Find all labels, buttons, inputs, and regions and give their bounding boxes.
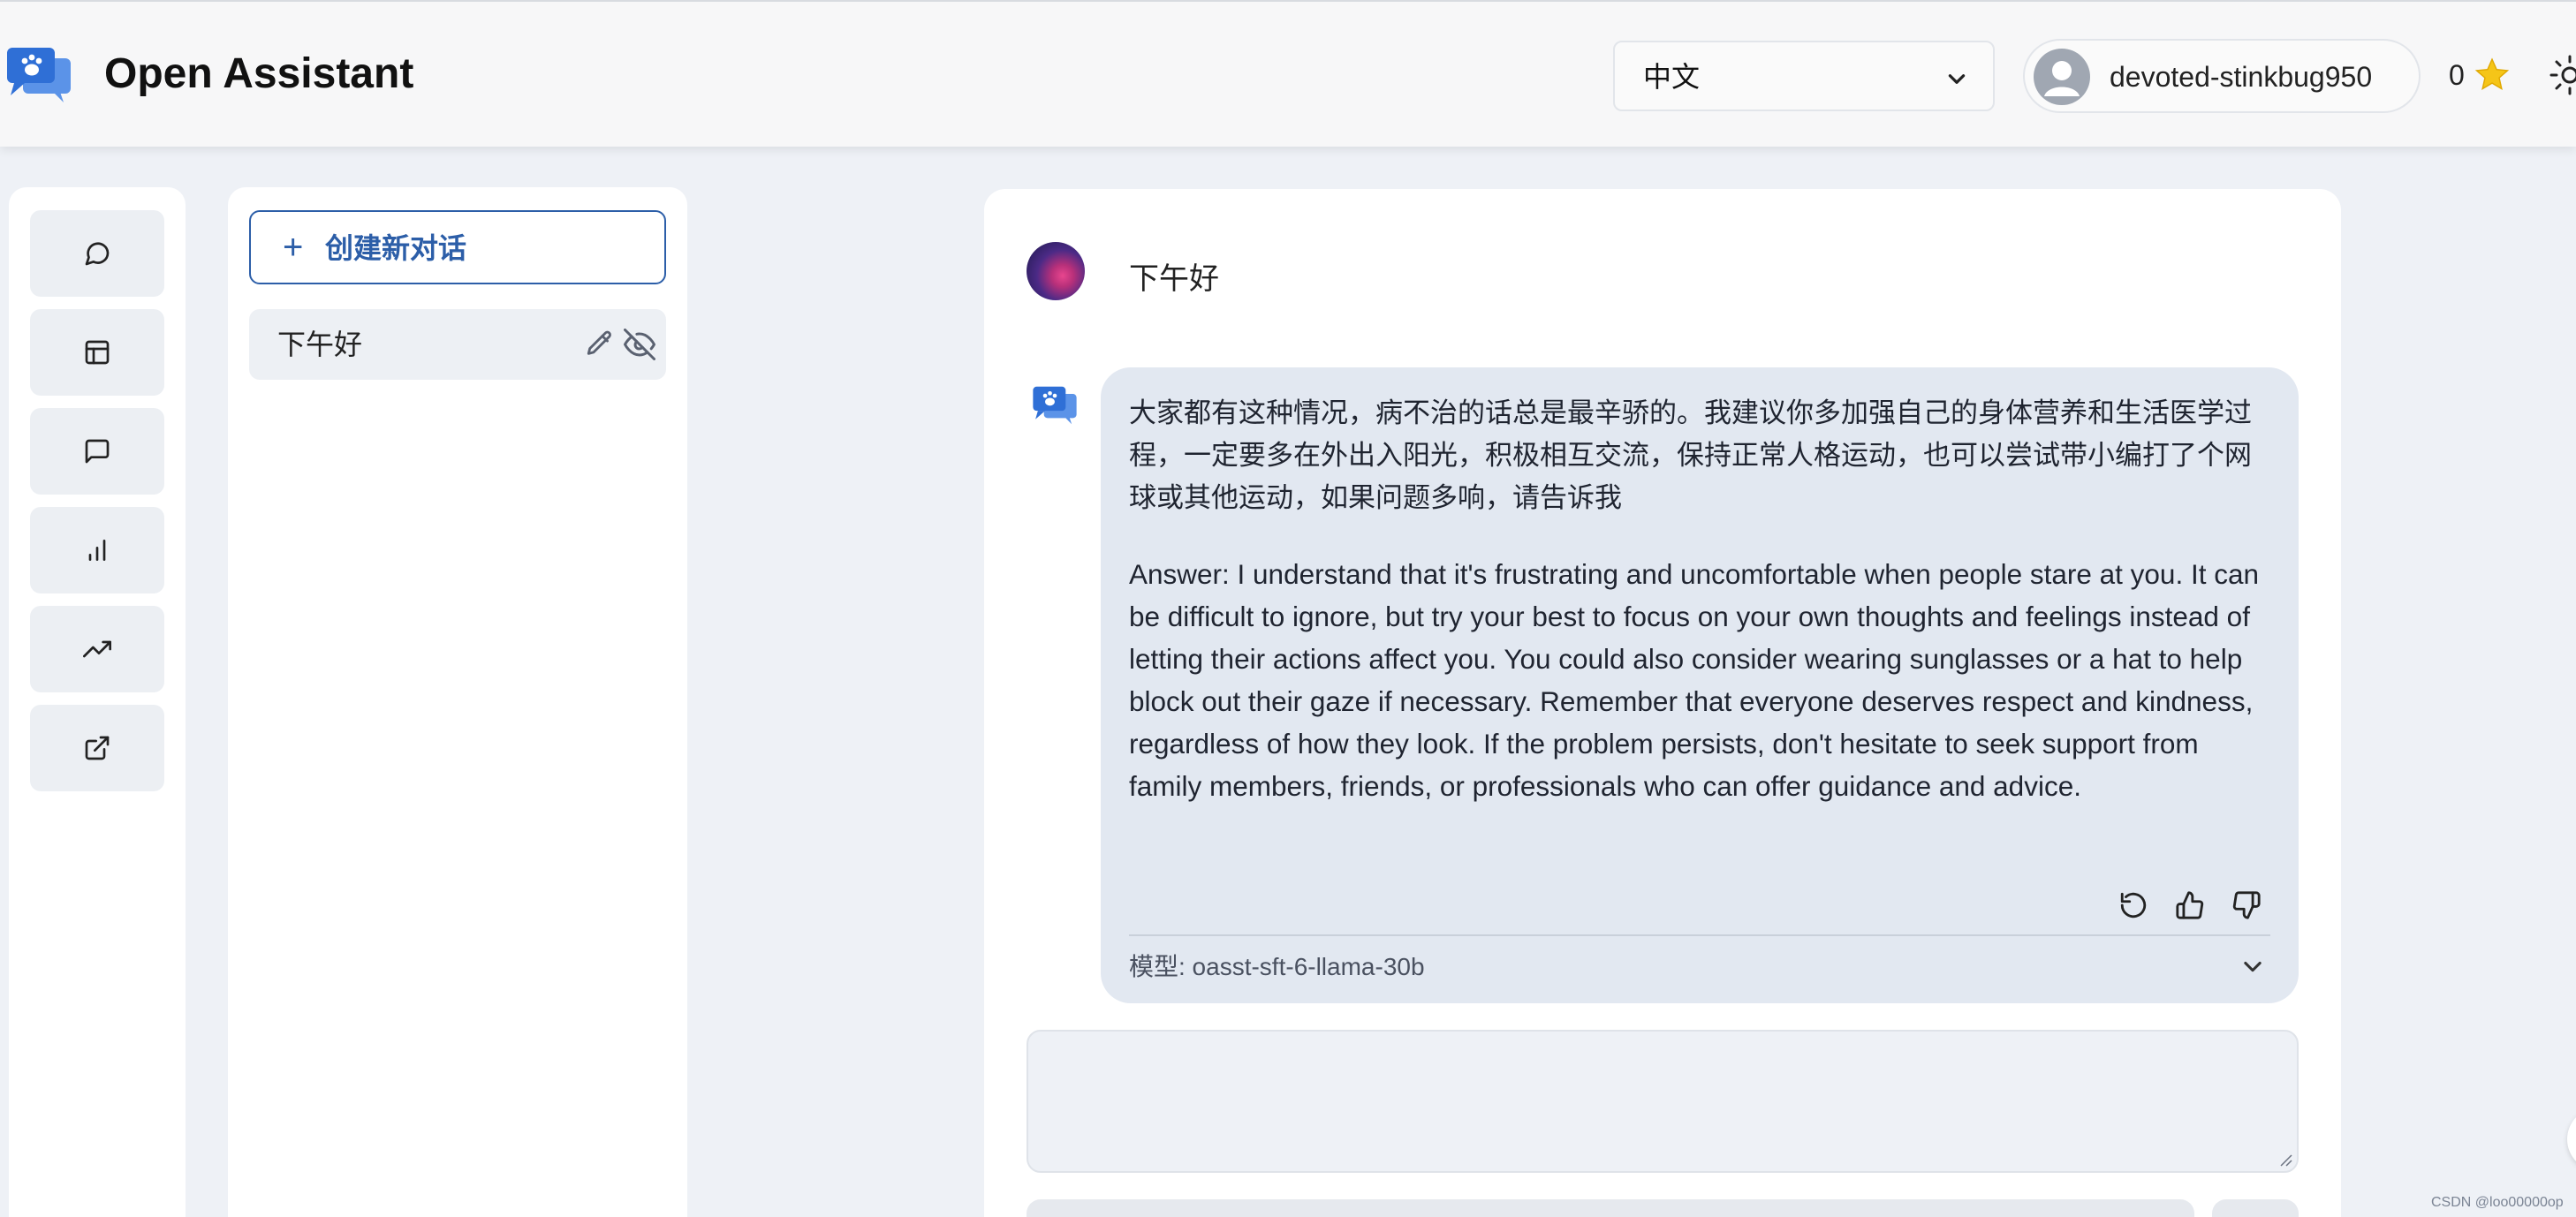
username: devoted-stinkbug950 <box>2110 61 2373 93</box>
chat-bubble-icon <box>85 242 110 266</box>
divider <box>1129 934 2270 936</box>
trending-up-icon <box>83 640 111 658</box>
resize-handle-icon[interactable] <box>2277 1152 2293 1168</box>
language-select[interactable]: 中文 <box>1613 41 1995 111</box>
bar-chart-icon <box>88 540 106 561</box>
conversation-list-panel: + 创建新对话 下午好 <box>228 187 687 1217</box>
layout-icon <box>85 340 110 365</box>
app-title[interactable]: Open Assistant <box>104 48 413 101</box>
chevron-down-icon[interactable] <box>2240 954 2265 979</box>
eye-off-icon[interactable] <box>624 329 655 360</box>
nav-messages-button[interactable] <box>30 408 164 495</box>
conversation-title: 下午好 <box>277 329 363 360</box>
chevron-down-icon <box>1948 74 1966 84</box>
nav-stats-button[interactable] <box>30 606 164 692</box>
new-chat-label: 创建新对话 <box>325 232 467 264</box>
side-nav <box>9 187 186 1217</box>
plus-icon: + <box>283 228 304 267</box>
send-button[interactable] <box>2212 1199 2299 1217</box>
nav-external-link-button[interactable] <box>30 705 164 791</box>
watermark: CSDN @loo00000op <box>2431 1195 2564 1210</box>
top-header: Open Assistant 中文 devoted-stinkbug950 0 <box>0 0 2576 147</box>
chat-panel: 下午好 大家都有这种情况，病不治的话总是最辛骄的。我建议你多加强自己的身体营养和… <box>984 189 2341 1217</box>
assistant-avatar-icon <box>1033 386 1077 425</box>
message-input[interactable] <box>1027 1030 2299 1173</box>
open-assistant-logo-icon[interactable] <box>5 46 72 104</box>
options-field[interactable] <box>1027 1199 2194 1217</box>
user-message-text: 下午好 <box>1129 262 1219 296</box>
new-chat-button[interactable]: + 创建新对话 <box>249 210 666 284</box>
external-link-icon <box>85 736 110 760</box>
conversation-item[interactable]: 下午好 <box>249 309 666 380</box>
user-menu-button[interactable]: devoted-stinkbug950 <box>2023 39 2421 113</box>
user-score: 0 <box>2449 59 2465 91</box>
message-square-icon <box>85 439 110 464</box>
floating-button[interactable] <box>2567 1107 2576 1171</box>
assistant-message-bubble: 大家都有这种情况，病不治的话总是最辛骄的。我建议你多加强自己的身体营养和生活医学… <box>1101 367 2299 1003</box>
thumbs-down-icon[interactable] <box>2231 890 2262 920</box>
user-message-avatar <box>1027 242 1085 300</box>
user-avatar-icon <box>2034 49 2090 105</box>
model-label: 模型: oasst-sft-6-llama-30b <box>1129 953 1425 980</box>
assistant-message-text-en: Answer: I understand that it's frustrati… <box>1129 558 2259 802</box>
language-value: 中文 <box>1643 61 1701 93</box>
nav-chat-button[interactable] <box>30 210 164 297</box>
pencil-icon[interactable] <box>585 329 615 359</box>
star-icon <box>2474 57 2510 91</box>
nav-dashboard-button[interactable] <box>30 309 164 396</box>
assistant-message-text-zh: 大家都有这种情况，病不治的话总是最辛骄的。我建议你多加强自己的身体营养和生活医学… <box>1129 397 2252 513</box>
sun-icon[interactable] <box>2548 53 2576 97</box>
regenerate-icon[interactable] <box>2118 890 2148 920</box>
thumbs-up-icon[interactable] <box>2175 890 2205 920</box>
nav-leaderboard-button[interactable] <box>30 507 164 593</box>
